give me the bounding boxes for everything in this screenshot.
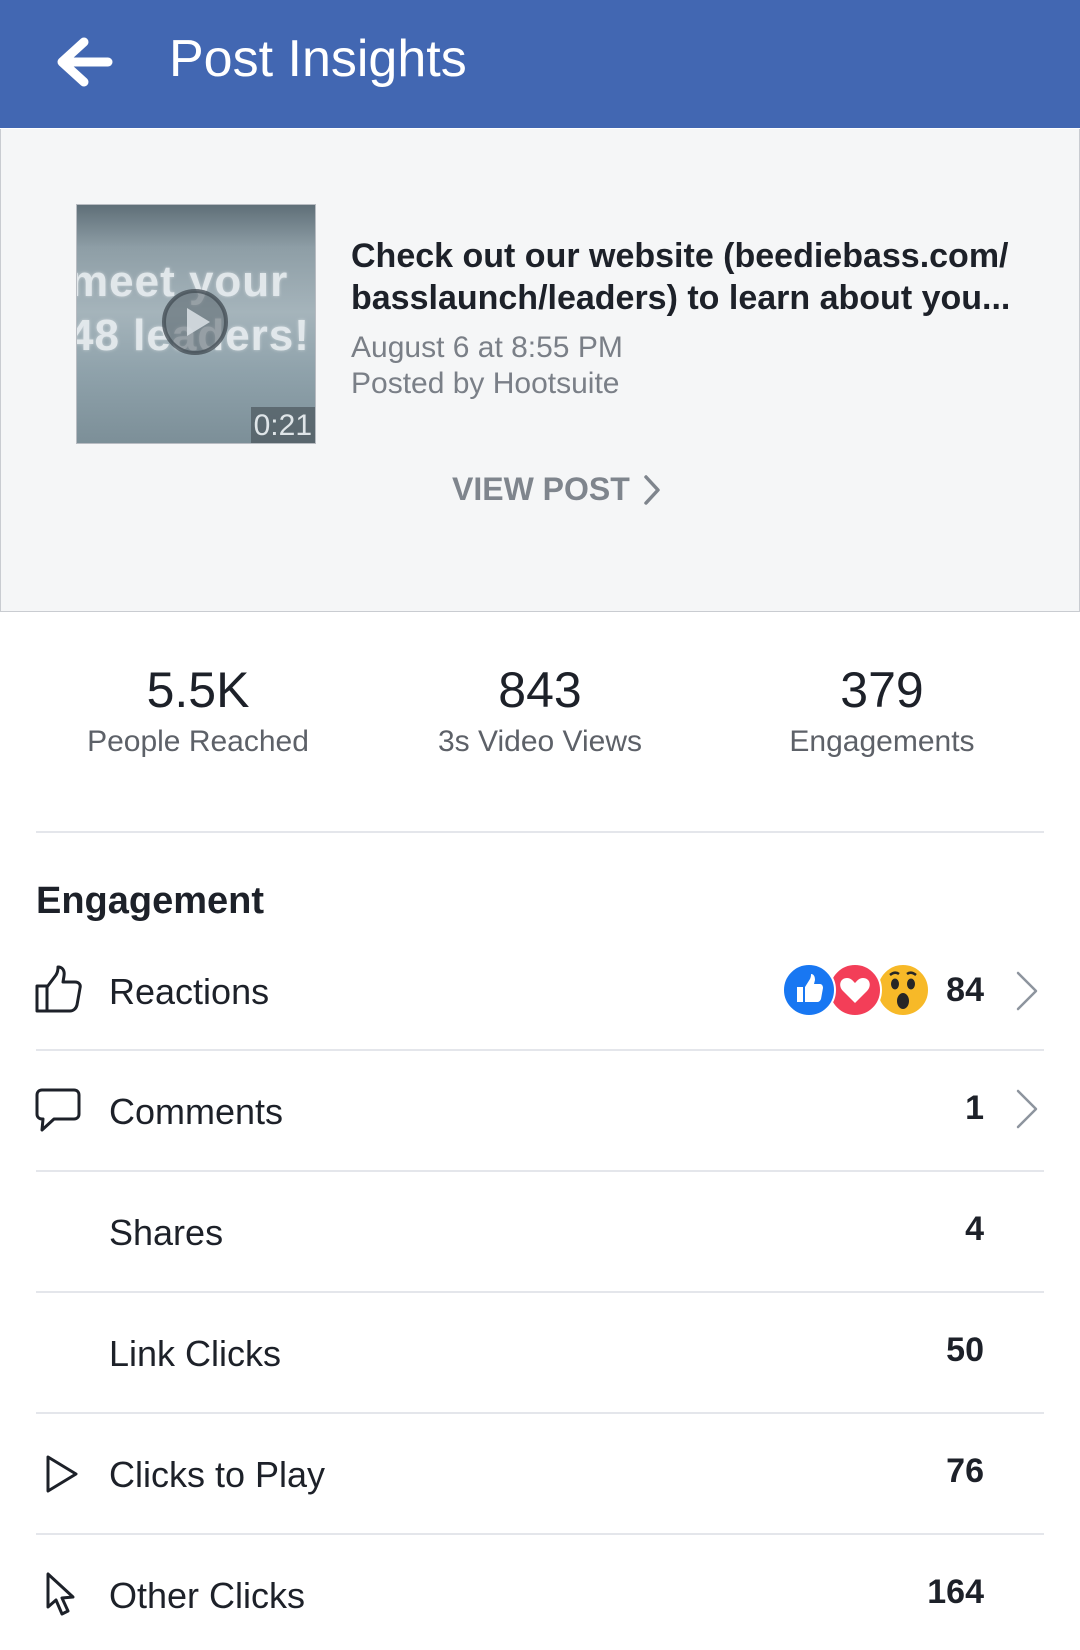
post-author: Posted by Hootsuite: [351, 367, 620, 400]
comment-icon: [35, 1088, 81, 1132]
stat-label: 3s Video Views: [437, 725, 643, 758]
row-label: Reactions: [109, 971, 270, 1012]
row-label: Comments: [109, 1091, 284, 1132]
stat-label: Engagements: [789, 725, 975, 758]
view-post-label: VIEW POST: [452, 471, 630, 507]
stat-label: People Reached: [87, 725, 309, 758]
row-value: 4: [965, 1210, 984, 1248]
row-value: 164: [927, 1573, 984, 1611]
view-post-button[interactable]: VIEW POST: [452, 471, 662, 508]
back-button[interactable]: [50, 30, 120, 94]
summary-stats: 5.5K People Reached 843 3s Video Views 3…: [0, 660, 1080, 780]
clicks-to-play-row: Clicks to Play 76: [0, 1414, 1080, 1526]
shares-row: Shares 4: [0, 1172, 1080, 1284]
video-thumbnail[interactable]: meet your 48 leaders! 0:21: [76, 204, 316, 444]
stat-engagements: 379 Engagements: [712, 660, 1052, 762]
stat-value: 379: [840, 662, 924, 718]
row-label: Shares: [109, 1212, 224, 1253]
row-value: 50: [946, 1331, 984, 1369]
comments-row[interactable]: Comments 1: [0, 1051, 1080, 1163]
arrow-left-icon: [57, 37, 113, 87]
post-text: Check out our website (beediebass.com/ b…: [351, 237, 1011, 317]
thumbs-up-icon: [35, 965, 82, 1013]
reactions-row[interactable]: Reactions 84: [0, 935, 1080, 1047]
chevron-right-icon: [1016, 971, 1038, 1011]
stat-value: 843: [498, 662, 582, 718]
post-date: August 6 at 8:55 PM: [351, 331, 623, 364]
app-bar: Post Insights: [0, 0, 1080, 128]
row-value: 76: [946, 1452, 984, 1490]
row-label: Other Clicks: [109, 1575, 306, 1616]
love-reaction-icon: [828, 963, 882, 1017]
post-preview-card: meet your 48 leaders! 0:21 Check out our…: [0, 129, 1080, 612]
video-duration: 0:21: [250, 407, 315, 443]
link-clicks-row: Link Clicks 50: [0, 1293, 1080, 1405]
row-value: 84: [946, 971, 984, 1009]
chevron-right-icon: [644, 474, 660, 505]
page-title: Post Insights: [169, 30, 467, 88]
divider: [36, 831, 1044, 833]
stat-people-reached: 5.5K People Reached: [28, 660, 368, 762]
section-title: Engagement: [36, 880, 265, 922]
play-outline-icon: [46, 1455, 78, 1493]
reaction-icons: [782, 963, 930, 1017]
cursor-icon: [46, 1572, 75, 1616]
chevron-right-icon: [1016, 1089, 1038, 1129]
wow-reaction-icon: [876, 963, 930, 1017]
like-reaction-icon: [782, 963, 836, 1017]
play-icon: [162, 289, 228, 355]
stat-video-views: 843 3s Video Views: [370, 660, 710, 762]
stat-value: 5.5K: [146, 662, 250, 718]
row-value: 1: [965, 1089, 984, 1127]
row-label: Link Clicks: [109, 1333, 282, 1374]
other-clicks-row: Other Clicks 164: [0, 1535, 1080, 1647]
row-label: Clicks to Play: [109, 1454, 326, 1495]
